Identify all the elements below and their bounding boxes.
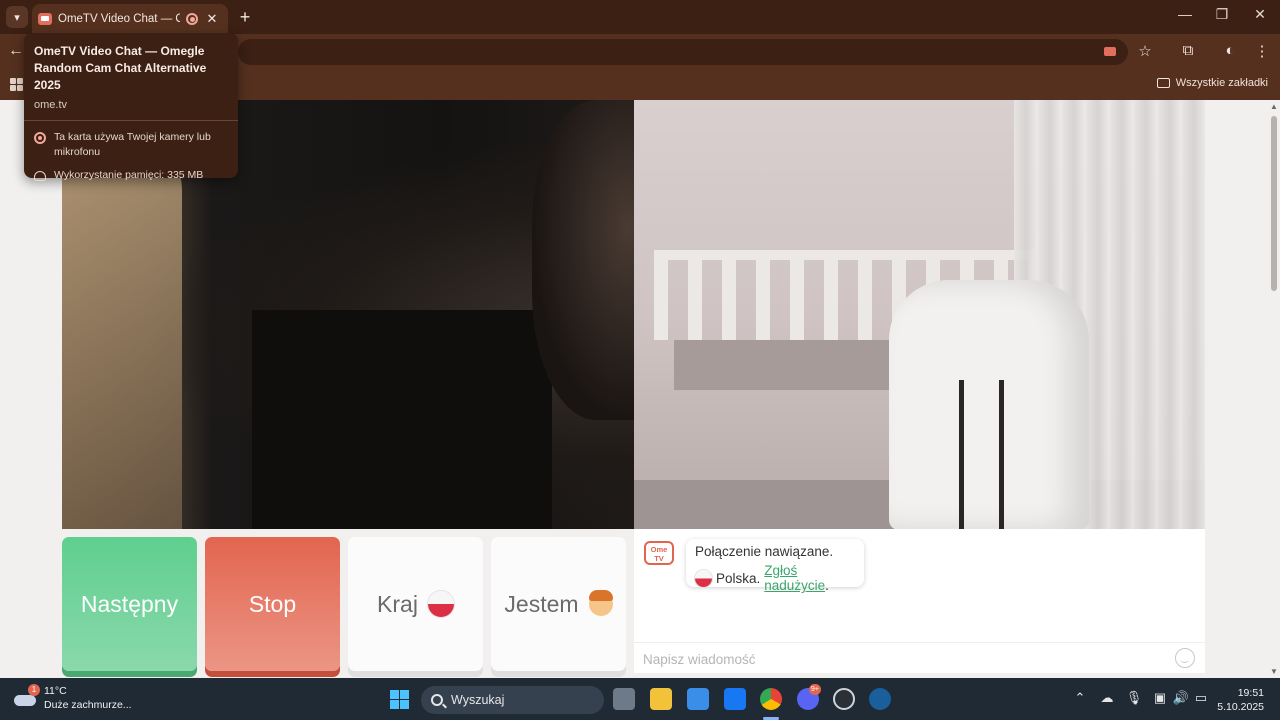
tab-close-icon[interactable]: ✕ xyxy=(204,11,220,27)
taskbar-search[interactable]: Wyszukaj xyxy=(421,686,604,714)
scroll-up-icon[interactable]: ▲ xyxy=(1270,102,1278,111)
chat-panel: Ome TV Połączenie nawiązane. Polska. Zgł… xyxy=(634,529,1205,673)
task-view-icon[interactable] xyxy=(613,688,635,710)
show-hidden-icons-chevron-icon[interactable]: ⌃ xyxy=(1071,690,1089,706)
file-explorer-icon[interactable] xyxy=(650,688,672,710)
search-icon xyxy=(431,694,443,706)
country-button[interactable]: Kraj xyxy=(348,537,483,671)
ometv-logo-icon: Ome TV xyxy=(644,541,674,565)
hover-card-url: ome.tv xyxy=(34,99,68,111)
taskbar-search-label: Wyszukaj xyxy=(451,693,505,707)
poland-flag-icon xyxy=(695,569,712,587)
back-arrow-icon[interactable]: ← xyxy=(8,42,24,60)
boy-emoji-icon xyxy=(588,590,613,616)
system-clock[interactable]: 19:51 5.10.2025 xyxy=(1217,686,1264,714)
weather-temp: 11°C xyxy=(44,685,67,697)
memory-gauge-icon xyxy=(34,171,46,181)
chrome-icon[interactable] xyxy=(760,688,782,710)
system-message: Połączenie nawiązane. Polska. Zgłoś nadu… xyxy=(686,539,864,593)
recording-indicator-icon xyxy=(186,13,198,25)
ometv-favicon-icon xyxy=(38,13,52,25)
video-shape xyxy=(999,380,1004,529)
apps-grid-icon[interactable] xyxy=(10,78,23,91)
partner-country: Polska. xyxy=(716,570,761,586)
close-window-icon[interactable]: ✕ xyxy=(1245,6,1275,23)
memory-row: Wykorzystanie pamięci: 335 MB xyxy=(34,168,228,183)
maximize-icon[interactable]: ❐ xyxy=(1207,6,1237,23)
weather-notification-badge: 1 xyxy=(28,684,40,696)
camera-notice-text: Ta karta używa Twojej kamery lub mikrofo… xyxy=(54,131,211,158)
next-button-label: Następny xyxy=(80,590,179,617)
video-shape xyxy=(959,380,964,529)
discord-notification-badge: 9+ xyxy=(809,684,821,695)
message-input[interactable] xyxy=(643,649,1163,669)
camera-notice-row: Ta karta używa Twojej kamery lub mikrofo… xyxy=(34,130,228,160)
active-tab[interactable]: OmeTV Video Chat — Omegle Random Cam Cha… xyxy=(32,4,228,34)
country-line: Polska. Zgłoś nadużycie. xyxy=(695,563,855,593)
address-bar[interactable] xyxy=(238,39,1128,65)
microphone-icon[interactable]: 🎙 xyxy=(1125,690,1143,706)
stop-button[interactable]: Stop xyxy=(205,537,340,671)
hover-card-divider xyxy=(24,120,238,121)
onedrive-cloud-icon[interactable]: ☁ xyxy=(1098,690,1116,706)
gender-button[interactable]: Jestem xyxy=(491,537,626,671)
profile-avatar-icon[interactable]: ◐ xyxy=(1220,42,1240,59)
windows-start-icon[interactable] xyxy=(390,690,409,709)
steam-icon[interactable] xyxy=(869,688,891,710)
country-button-label: Kraj xyxy=(377,590,418,617)
clock-date: 5.10.2025 xyxy=(1217,701,1264,713)
menu-kebab-icon[interactable]: ⋮ xyxy=(1252,42,1272,60)
page-scrollbar[interactable]: ▲ ▼ xyxy=(1268,100,1280,678)
clock-time: 19:51 xyxy=(1237,687,1264,699)
hover-card-title: OmeTV Video Chat — Omegle Random Cam Cha… xyxy=(34,44,207,92)
facebook-icon[interactable] xyxy=(724,688,746,710)
recording-icon xyxy=(34,132,46,144)
extensions-puzzle-icon[interactable]: ⧉ xyxy=(1178,42,1198,59)
obs-icon[interactable] xyxy=(833,688,855,710)
poland-flag-icon xyxy=(427,591,454,617)
report-abuse-link[interactable]: Zgłoś nadużycie xyxy=(764,563,825,593)
browser-titlebar: ▾ OmeTV Video Chat — Omegle Random Cam C… xyxy=(0,0,1280,34)
chat-input-row xyxy=(634,642,1205,673)
camera-in-use-icon[interactable] xyxy=(1104,47,1116,56)
new-tab-plus-icon[interactable]: + xyxy=(236,7,254,28)
tab-search-chevron-icon[interactable]: ▾ xyxy=(6,6,28,28)
connection-status: Połączenie nawiązane. xyxy=(695,544,834,559)
network-icon[interactable]: ▣ xyxy=(1151,690,1169,706)
battery-icon[interactable]: ▭ xyxy=(1192,690,1210,706)
folder-icon xyxy=(1156,78,1170,88)
memory-text: Wykorzystanie pamięci: 335 MB xyxy=(54,169,204,181)
microsoft-store-icon[interactable] xyxy=(687,688,709,710)
scroll-down-icon[interactable]: ▼ xyxy=(1270,667,1278,676)
video-shape xyxy=(889,280,1089,529)
remote-video xyxy=(634,100,1205,529)
all-bookmarks-button[interactable]: Wszystkie zakładki xyxy=(1156,77,1268,89)
tab-hover-card: OmeTV Video Chat — Omegle Random Cam Cha… xyxy=(24,33,238,181)
video-shape xyxy=(252,310,552,529)
scrollbar-thumb[interactable] xyxy=(1271,116,1277,291)
stop-button-label: Stop xyxy=(248,590,297,617)
volume-icon[interactable]: 🔊 xyxy=(1172,690,1190,706)
report-suffix: . xyxy=(825,578,829,593)
weather-condition: Duże zachmurze... xyxy=(44,699,132,711)
all-bookmarks-label: Wszystkie zakładki xyxy=(1175,77,1268,89)
tab-title: OmeTV Video Chat — Omegle Random Cam Cha… xyxy=(58,13,180,25)
video-shape xyxy=(62,130,182,529)
taskbar: 11°C Duże zachmurze... 1 Wyszukaj 9+ ⌃ ☁… xyxy=(0,678,1280,720)
video-shape xyxy=(532,100,634,420)
minimize-icon[interactable]: — xyxy=(1170,6,1200,22)
next-button[interactable]: Następny xyxy=(62,537,197,671)
emoji-smiley-icon[interactable] xyxy=(1175,648,1195,668)
gender-button-label: Jestem xyxy=(504,590,579,617)
bookmark-star-icon[interactable]: ☆ xyxy=(1135,42,1155,60)
